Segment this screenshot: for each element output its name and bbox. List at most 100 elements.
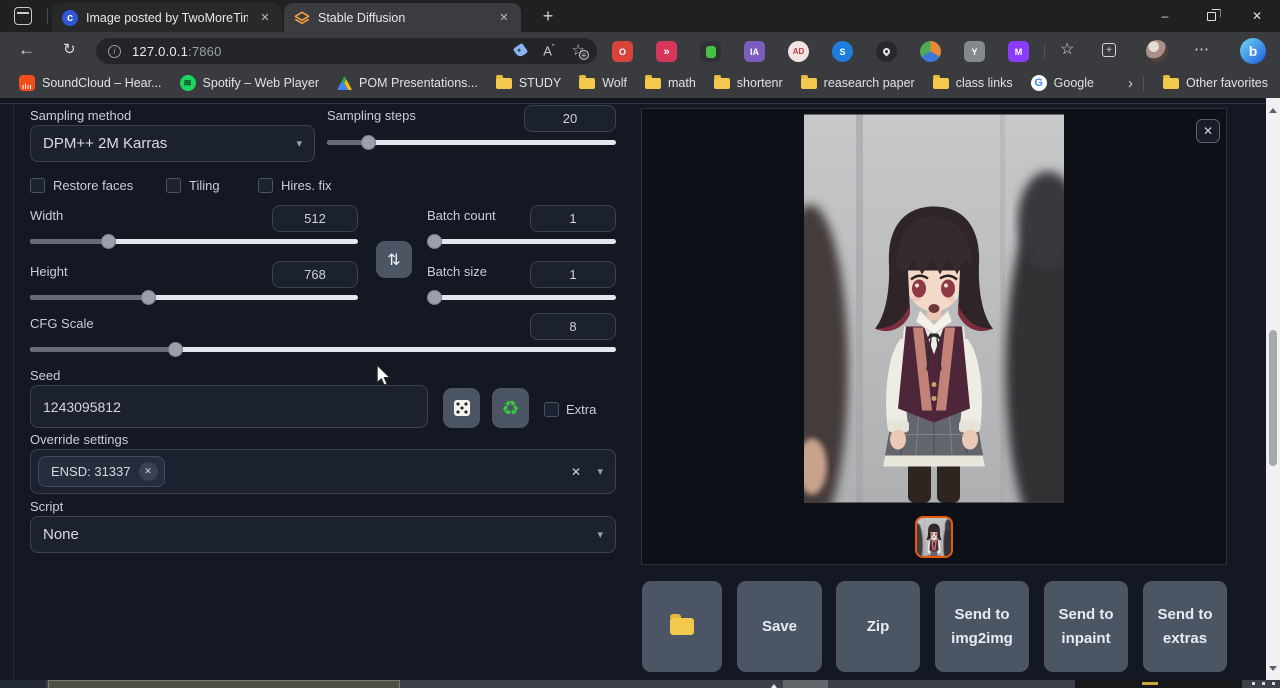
other-favorites[interactable]: Other favorites [1154,73,1270,93]
profile-avatar[interactable] [1146,40,1168,62]
sampling-steps-label: Sampling steps [327,108,416,123]
seed-input[interactable] [30,385,428,428]
slider-handle[interactable] [168,342,183,357]
extension-ia-icon[interactable]: IA [744,41,765,62]
other-favorites-label: Other favorites [1186,76,1268,90]
bing-discover-icon[interactable]: b [1240,38,1266,64]
override-chip-ensd[interactable]: ENSD: 31337 ✕ [38,456,165,487]
batch-size-value[interactable]: 1 [530,261,616,288]
slider-handle[interactable] [361,135,376,150]
browser-tab-twomoretimes[interactable]: c Image posted by TwoMoreTimes ✕ [52,3,282,32]
dice-icon [454,400,470,416]
send-to-inpaint-button[interactable]: Send to inpaint [1044,581,1128,672]
scroll-up-arrow[interactable] [1269,104,1277,113]
clear-icon[interactable]: ✕ [571,465,581,479]
bookmark-pom-presentations[interactable]: POM Presentations... [328,73,487,93]
extension-adblock-icon[interactable]: AD [788,41,809,62]
slider-handle[interactable] [141,290,156,305]
tab-actions-icon[interactable] [14,7,32,25]
bookmark-spotify[interactable]: ≋Spotify – Web Player [171,72,329,94]
hires-fix-checkbox[interactable] [258,178,273,193]
more-menu-icon[interactable]: ⋯ [1194,41,1209,59]
seed-label: Seed [30,368,60,383]
back-button[interactable]: ← [18,41,35,59]
send-to-extras-button[interactable]: Send to extras [1143,581,1227,672]
browser-tab-stable-diffusion[interactable]: Stable Diffusion ✕ [284,3,521,32]
extension-location-pin-icon[interactable] [876,41,897,62]
tab-close-icon[interactable]: ✕ [495,9,513,27]
chevron-down-icon: ▾ [296,137,302,150]
restore-faces-checkbox[interactable] [30,178,45,193]
swap-dimensions-button[interactable]: ⇅ [376,241,412,278]
add-favorite-icon[interactable]: ☆ [572,43,585,58]
window-minimize-button[interactable]: – [1142,0,1188,32]
new-tab-button[interactable]: + [536,4,560,28]
reuse-seed-button[interactable]: ♻ [492,388,529,428]
vertical-scrollbar[interactable] [1266,98,1280,681]
extension-shazam-icon[interactable]: S [832,41,853,62]
shopping-tag-icon[interactable] [513,43,528,58]
google-drive-icon [337,76,352,90]
width-slider[interactable] [30,234,358,249]
open-folder-button[interactable] [642,581,722,672]
collections-icon[interactable]: + [1102,43,1116,57]
width-label: Width [30,208,63,223]
url-text: 127.0.0.1:7860 [132,44,222,59]
folder-icon [714,78,730,89]
height-slider[interactable] [30,290,358,305]
slider-handle[interactable] [427,290,442,305]
gallery-close-button[interactable]: ✕ [1196,119,1220,143]
sampling-steps-value[interactable]: 20 [524,105,616,132]
screen: c Image posted by TwoMoreTimes ✕ Stable … [0,0,1280,688]
bookmark-folder-study[interactable]: STUDY [487,73,570,93]
batch-count-slider[interactable] [427,234,616,249]
window-close-button[interactable]: ✕ [1234,0,1280,32]
random-seed-button[interactable] [443,388,480,428]
bookmark-soundcloud[interactable]: ılııSoundCloud – Hear... [10,72,171,94]
favorites-bar-star-icon[interactable]: ☆ [1060,41,1074,59]
batch-size-slider[interactable] [427,290,616,305]
scrollbar-thumb[interactable] [1269,330,1277,466]
sampling-steps-slider[interactable] [327,135,616,150]
read-aloud-icon[interactable]: A” [543,43,554,58]
extension-globe-icon[interactable] [920,41,941,62]
site-info-icon[interactable]: i [108,45,121,58]
window-restore-button[interactable] [1188,0,1234,32]
script-value: None [43,526,79,543]
extension-video-play-icon[interactable]: » [656,41,677,62]
refresh-button[interactable]: ↻ [63,41,76,59]
bookmark-folder-shortenr[interactable]: shortenr [705,73,792,93]
extension-y-icon[interactable]: Y [964,41,985,62]
extension-red-o-icon[interactable]: O [612,41,633,62]
batch-count-value[interactable]: 1 [530,205,616,232]
cfg-scale-slider[interactable] [30,342,616,357]
address-bar[interactable]: i 127.0.0.1:7860 A” ☆ [96,38,597,64]
tab-close-icon[interactable]: ✕ [256,9,274,27]
cfg-scale-value[interactable]: 8 [530,313,616,340]
gallery-thumbnail-selected[interactable] [915,516,953,558]
google-icon: G [1031,75,1047,91]
bookmark-folder-reasearch-paper[interactable]: reasearch paper [792,73,924,93]
slider-handle[interactable] [427,234,442,249]
tiling-checkbox[interactable] [166,178,181,193]
slider-fill [30,295,148,300]
extension-green-monster-icon[interactable] [700,41,721,62]
generated-image[interactable] [804,114,1064,503]
sampling-method-dropdown[interactable]: DPM++ 2M Karras ▾ [30,125,315,162]
bookmarks-overflow-chevron[interactable]: › [1128,75,1133,92]
width-value[interactable]: 512 [272,205,358,232]
script-dropdown[interactable]: None ▾ [30,516,616,553]
bookmark-folder-class-links[interactable]: class links [924,73,1022,93]
height-value[interactable]: 768 [272,261,358,288]
scroll-down-arrow[interactable] [1269,666,1277,675]
bookmark-folder-wolf[interactable]: Wolf [570,73,636,93]
bookmark-google[interactable]: GGoogle [1022,72,1103,94]
send-to-img2img-button[interactable]: Send to img2img [935,581,1029,672]
extension-monica-icon[interactable]: M [1008,41,1029,62]
bookmark-folder-math[interactable]: math [636,73,705,93]
extra-seed-checkbox[interactable] [544,402,559,417]
save-button[interactable]: Save [737,581,822,672]
chip-remove-icon[interactable]: ✕ [139,462,158,481]
zip-button[interactable]: Zip [836,581,920,672]
slider-handle[interactable] [101,234,116,249]
